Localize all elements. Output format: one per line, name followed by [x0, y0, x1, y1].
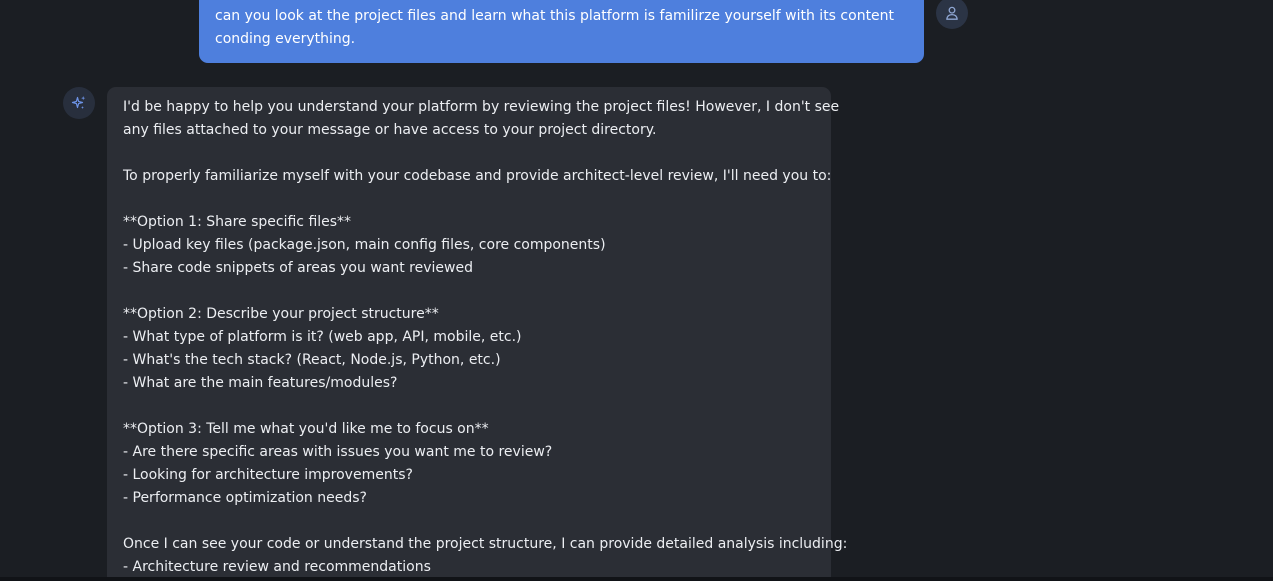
assistant-message-line: - Share code snippets of areas you want … [123, 260, 473, 276]
assistant-message-bubble: I'd be happy to help you understand your… [107, 87, 848, 581]
assistant-message-line: any files attached to your message or ha… [123, 122, 657, 138]
sparkle-icon [71, 96, 86, 109]
assistant-message-line: I'd be happy to help you understand your… [123, 99, 840, 115]
assistant-message-line: **Option 2: Describe your project struct… [123, 306, 439, 322]
chat-thread: can you look at the project files and le… [0, 0, 1273, 581]
assistant-message-line: **Option 3: Tell me what you'd like me t… [123, 421, 489, 437]
user-message-line: can you look at the project files and le… [215, 8, 895, 24]
assistant-message-line: - What type of platform is it? (web app,… [123, 329, 522, 345]
user-message-line: conding everything. [215, 31, 356, 47]
assistant-message-line [123, 188, 815, 211]
assistant-message-line: **Option 1: Share specific files** [123, 214, 352, 230]
bottom-divider [0, 577, 1273, 581]
assistant-message-line [123, 510, 815, 533]
assistant-message-line [123, 280, 815, 303]
user-message-bubble: can you look at the project files and le… [199, 0, 924, 63]
assistant-avatar [63, 87, 95, 119]
assistant-message-line: Once I can see your code or understand t… [123, 536, 848, 552]
assistant-message-line: To properly familiarize myself with your… [123, 168, 832, 184]
assistant-message-line [123, 142, 815, 165]
assistant-message-line: - Architecture review and recommendation… [123, 559, 431, 575]
user-icon [946, 6, 958, 20]
assistant-message-line: - What's the tech stack? (React, Node.js… [123, 352, 501, 368]
assistant-message-line: - Are there specific areas with issues y… [123, 444, 553, 460]
assistant-message-line: - Looking for architecture improvements? [123, 467, 413, 483]
assistant-message-line: - What are the main features/modules? [123, 375, 398, 391]
user-avatar [936, 0, 968, 29]
assistant-message-line: - Performance optimization needs? [123, 490, 367, 506]
assistant-message-line: - Upload key files (package.json, main c… [123, 237, 606, 253]
assistant-message-line [123, 395, 815, 418]
